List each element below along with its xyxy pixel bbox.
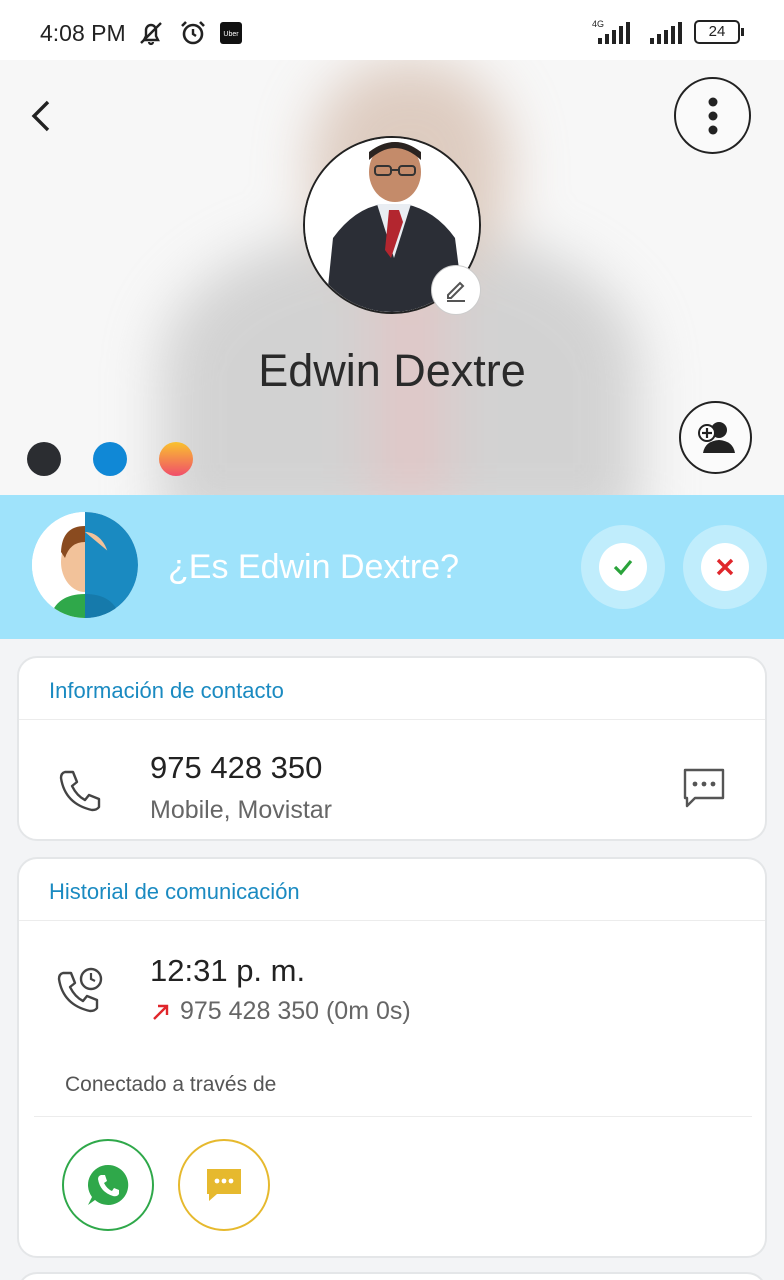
signal-icon [650, 22, 682, 44]
back-button[interactable] [20, 90, 64, 142]
theme-blue-dot[interactable] [93, 442, 127, 476]
history-call-detail: 975 428 350 (0m 0s) [150, 997, 411, 1026]
uber-app-icon: Uber [220, 22, 242, 44]
confirm-identity-button[interactable] [581, 525, 665, 609]
identify-question: ¿Es Edwin Dextre? [168, 548, 459, 586]
divider [34, 1116, 752, 1117]
person-illustration-icon [32, 512, 138, 618]
connected-via-label: Conectado a través de [65, 1073, 277, 1096]
reject-identity-button[interactable] [683, 525, 767, 609]
history-title: Historial de comunicación [49, 879, 300, 904]
status-bar: 4:08 PM Uber 4G 24 [0, 0, 784, 60]
sms-button[interactable] [178, 1139, 270, 1231]
theme-gradient-dot[interactable] [159, 442, 193, 476]
next-card-edge [17, 1272, 767, 1280]
status-time: 4:08 PM [40, 20, 126, 46]
message-icon[interactable] [681, 766, 727, 812]
outgoing-call-arrow-icon [153, 1004, 169, 1020]
more-options-button[interactable] [674, 77, 751, 154]
battery-level: 24 [708, 23, 726, 40]
phone-number[interactable]: 975 428 350 [150, 750, 322, 786]
identify-caller-banner: ¿Es Edwin Dextre? [0, 495, 784, 639]
silent-icon [140, 22, 162, 46]
theme-color-selector [27, 442, 193, 476]
pencil-icon [447, 281, 465, 302]
whatsapp-button[interactable] [62, 1139, 154, 1231]
contact-info-title: Información de contacto [49, 678, 284, 703]
add-person-icon [697, 421, 735, 453]
add-contact-button[interactable] [679, 401, 752, 474]
chevron-left-icon [31, 100, 50, 132]
close-icon [716, 558, 734, 576]
battery-icon: 24 [694, 20, 744, 44]
svg-text:Uber: Uber [223, 31, 239, 38]
theme-dark-dot[interactable] [27, 442, 61, 476]
phone-type: Mobile, Movistar [150, 796, 332, 824]
alarm-icon [181, 21, 205, 45]
whatsapp-icon [88, 1164, 129, 1205]
unknown-person-avatar [32, 512, 138, 618]
sms-message-icon [207, 1169, 241, 1201]
divider [19, 920, 765, 921]
more-vertical-icon [708, 97, 717, 134]
contact-name: Edwin Dextre [258, 345, 526, 396]
call-history-icon [57, 967, 103, 1013]
svg-text:4G: 4G [592, 19, 604, 29]
contact-info-card: Información de contacto 975 428 350 Mobi… [17, 656, 767, 841]
edit-photo-button[interactable] [431, 265, 481, 315]
checkmark-icon [613, 559, 633, 576]
signal-4g-icon: 4G [592, 19, 630, 44]
divider [19, 719, 765, 720]
history-detail-text: 975 428 350 (0m 0s) [180, 997, 411, 1025]
history-time: 12:31 p. m. [150, 953, 306, 988]
phone-icon[interactable] [57, 766, 105, 814]
communication-history-card: Historial de comunicación 12:31 p. m. 97… [17, 857, 767, 1258]
